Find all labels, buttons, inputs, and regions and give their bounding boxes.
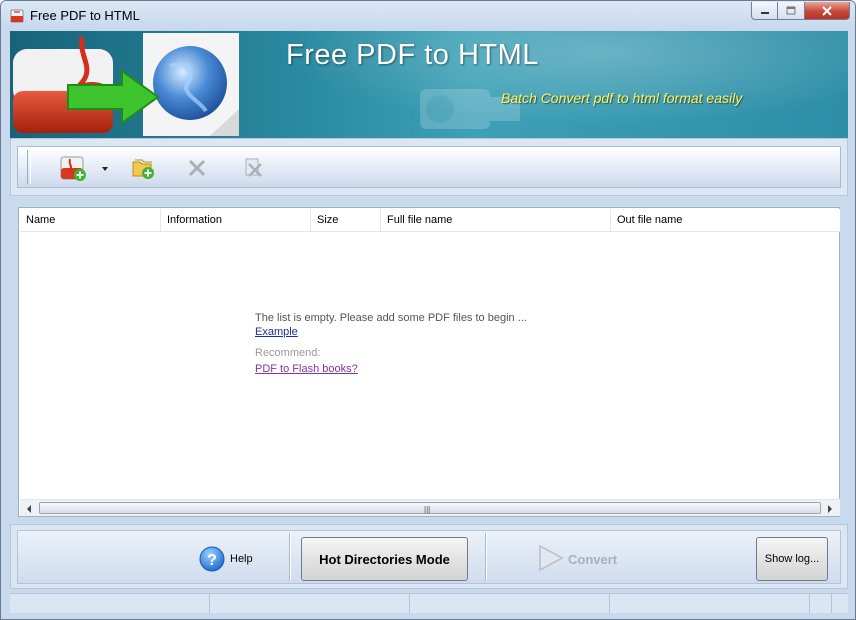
column-header-size[interactable]: Size	[311, 209, 381, 231]
pdf-to-flash-link[interactable]: PDF to Flash books?	[255, 363, 358, 375]
file-list[interactable]: Name Information Size Full file name Out…	[18, 207, 840, 517]
window-title: Free PDF to HTML	[30, 8, 140, 23]
add-folder-icon	[132, 159, 154, 179]
add-folder-button[interactable]	[126, 152, 160, 184]
convert-button[interactable]: Convert	[536, 541, 636, 575]
scroll-right-button[interactable]	[822, 501, 838, 516]
status-cell	[210, 594, 410, 613]
banner-title: Free PDF to HTML	[286, 39, 539, 71]
minimize-button[interactable]	[751, 2, 778, 20]
list-header: Name Information Size Full file name Out…	[20, 209, 840, 232]
show-log-button[interactable]: Show log...	[756, 537, 828, 581]
app-window: Free PDF to HTML Free PDF to HTML Batch …	[0, 0, 856, 620]
header-banner: Free PDF to HTML Batch Convert pdf to ht…	[10, 31, 848, 138]
empty-list-message: The list is empty. Please add some PDF f…	[255, 312, 527, 324]
delete-x-icon	[188, 159, 206, 177]
recommend-label: Recommend:	[255, 347, 321, 359]
resize-grip[interactable]	[832, 594, 848, 613]
svg-text:?: ?	[207, 552, 217, 569]
clear-button[interactable]	[236, 152, 270, 184]
maximize-button[interactable]	[778, 2, 805, 20]
toolbar-panel	[10, 138, 848, 196]
scroll-right-arrow-icon	[828, 504, 832, 513]
convert-label: Convert	[568, 552, 618, 567]
banner-subtitle: Batch Convert pdf to html format easily	[501, 90, 743, 106]
pdf-to-html-logo	[13, 33, 239, 136]
add-pdf-icon	[60, 156, 86, 181]
status-cell	[10, 594, 210, 613]
convert-play-icon	[539, 544, 564, 572]
column-header-out-file-name[interactable]: Out file name	[611, 209, 840, 231]
title-bar: Free PDF to HTML	[1, 1, 855, 31]
status-cell	[410, 594, 610, 613]
column-header-name[interactable]: Name	[20, 209, 161, 231]
caption-buttons	[751, 2, 850, 20]
status-cell	[610, 594, 810, 613]
scroll-left-arrow-icon	[27, 504, 31, 513]
minimize-icon	[760, 11, 769, 14]
status-bar	[10, 593, 848, 613]
horizontal-scrollbar[interactable]: |||	[20, 499, 840, 516]
scroll-left-button[interactable]	[21, 501, 37, 516]
hot-directories-mode-button[interactable]: Hot Directories Mode	[301, 537, 468, 581]
clear-icon	[245, 158, 262, 177]
close-icon	[822, 5, 832, 16]
add-dropdown-arrow-icon[interactable]	[102, 167, 108, 171]
toolbar-grip[interactable]	[27, 150, 31, 184]
scrollbar-grip-icon: |||	[424, 505, 431, 514]
example-link[interactable]: Example	[255, 326, 298, 338]
close-button[interactable]	[805, 2, 850, 20]
status-cell	[810, 594, 832, 613]
column-header-full-file-name[interactable]: Full file name	[381, 209, 611, 231]
scrollbar-thumb[interactable]: |||	[39, 502, 821, 514]
maximize-icon	[786, 6, 796, 15]
help-icon[interactable]: ?	[199, 546, 225, 572]
help-link[interactable]: Help	[230, 553, 253, 565]
toolbar	[17, 146, 841, 188]
column-header-information[interactable]: Information	[161, 209, 311, 231]
app-pdf-icon	[10, 9, 24, 23]
remove-button[interactable]	[180, 152, 214, 184]
add-pdf-button[interactable]	[56, 152, 90, 184]
bottom-action-panel: ? Help Hot Directories Mode Convert Show…	[10, 524, 848, 589]
